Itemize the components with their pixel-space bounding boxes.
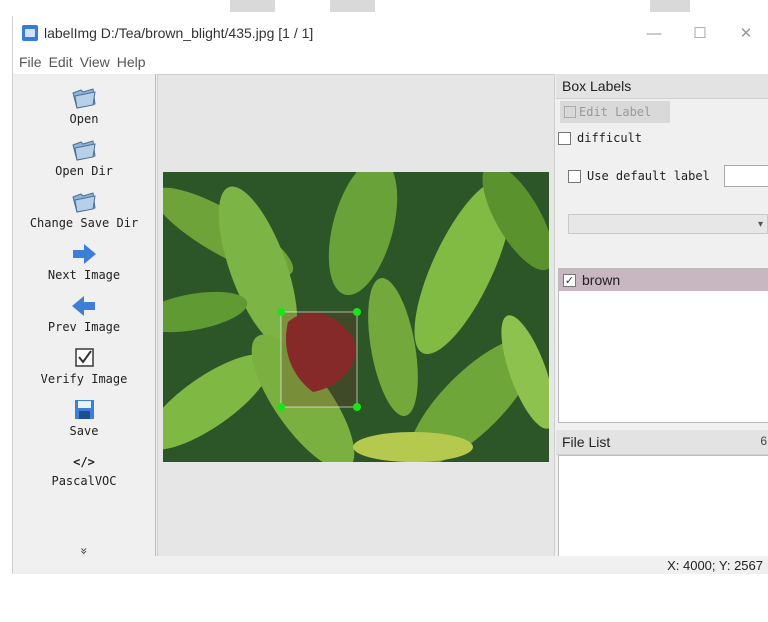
- difficult-checkbox-row[interactable]: difficult: [558, 131, 642, 145]
- open-button[interactable]: Open: [13, 86, 155, 126]
- bbox-vertex-handle[interactable]: [277, 308, 285, 316]
- open-dir-button[interactable]: Open Dir: [13, 138, 155, 178]
- verify-image-label: Verify Image: [40, 372, 128, 386]
- window-title: labelImg D:/Tea/brown_blight/435.jpg [1 …: [44, 25, 314, 41]
- menu-bar: File Edit View Help: [13, 50, 768, 74]
- toolbar-more-icon[interactable]: »: [77, 480, 91, 622]
- right-panel: Box Labels Edit Label difficult Use defa…: [556, 74, 768, 573]
- change-save-dir-button[interactable]: Change Save Dir: [13, 190, 155, 230]
- code-icon: </>: [73, 455, 95, 469]
- bbox-vertex-handle[interactable]: [353, 403, 361, 411]
- default-label-input[interactable]: [724, 165, 768, 187]
- watermark-block: [230, 0, 275, 12]
- next-image-button[interactable]: Next Image: [13, 242, 155, 282]
- difficult-checkbox[interactable]: [558, 131, 571, 145]
- arrow-left-icon: [72, 296, 95, 316]
- folder-icon: [72, 140, 96, 161]
- label-combo-box[interactable]: ▾: [568, 214, 768, 234]
- difficult-label: difficult: [577, 131, 643, 145]
- edit-label-button[interactable]: Edit Label: [560, 101, 670, 123]
- open-dir-label: Open Dir: [55, 164, 113, 178]
- label-visible-checkbox[interactable]: ✓: [563, 273, 576, 287]
- bbox-vertex-handle[interactable]: [353, 308, 361, 316]
- dock-float-icon[interactable]: 6: [760, 434, 767, 448]
- label-name: brown: [582, 272, 621, 288]
- floppy-icon: [75, 400, 94, 419]
- window-controls: — ☐ ✕: [631, 16, 768, 50]
- menu-help[interactable]: Help: [117, 54, 146, 70]
- edit-icon: [564, 106, 576, 118]
- left-toolbar: Open Open Dir Change Save Dir Next Image: [13, 74, 156, 556]
- verify-image-button[interactable]: Verify Image: [13, 346, 155, 386]
- labelimg-app-icon: [22, 25, 38, 41]
- edit-label-text: Edit Label: [579, 105, 652, 119]
- labelimg-window: labelImg D:/Tea/brown_blight/435.jpg [1 …: [12, 16, 768, 574]
- image-canvas[interactable]: [157, 74, 555, 558]
- cursor-coordinates: X: 4000; Y: 2567: [667, 558, 763, 573]
- chevron-down-icon: ▾: [757, 218, 763, 230]
- title-bar: labelImg D:/Tea/brown_blight/435.jpg [1 …: [13, 16, 768, 50]
- use-default-label-text: Use default label: [587, 169, 710, 183]
- file-list-header: File List: [556, 430, 768, 455]
- bbox-vertex-handle[interactable]: [277, 403, 285, 411]
- file-list-header-wrap: File List 6: [556, 430, 768, 455]
- box-labels-header: Box Labels: [556, 74, 768, 99]
- watermark-block: [330, 0, 375, 12]
- watermark-block: [650, 0, 690, 12]
- annotation-box[interactable]: [280, 311, 358, 408]
- label-list[interactable]: ✓ brown: [558, 268, 768, 423]
- maximize-button[interactable]: ☐: [677, 16, 723, 50]
- use-default-label-row[interactable]: Use default label: [568, 169, 710, 183]
- check-box-icon: [75, 348, 94, 367]
- open-label: Open: [69, 112, 99, 126]
- tea-leaf-photo: [163, 172, 549, 462]
- arrow-right-icon: [73, 244, 96, 264]
- close-button[interactable]: ✕: [723, 16, 768, 50]
- status-bar: X: 4000; Y: 2567: [13, 556, 768, 574]
- folder-icon: [72, 88, 96, 109]
- minimize-button[interactable]: —: [631, 16, 677, 50]
- prev-image-button[interactable]: Prev Image: [13, 294, 155, 334]
- prev-image-label: Prev Image: [47, 320, 121, 334]
- next-image-label: Next Image: [47, 268, 121, 282]
- save-button[interactable]: Save: [13, 398, 155, 438]
- tea-leaf-image: [163, 172, 549, 462]
- use-default-label-checkbox[interactable]: [568, 169, 581, 183]
- save-label: Save: [69, 424, 99, 438]
- menu-edit[interactable]: Edit: [49, 54, 73, 70]
- menu-file[interactable]: File: [19, 54, 42, 70]
- folder-icon: [72, 192, 96, 213]
- change-save-dir-label: Change Save Dir: [29, 216, 139, 230]
- label-list-item[interactable]: ✓ brown: [559, 269, 768, 291]
- menu-view[interactable]: View: [80, 54, 110, 70]
